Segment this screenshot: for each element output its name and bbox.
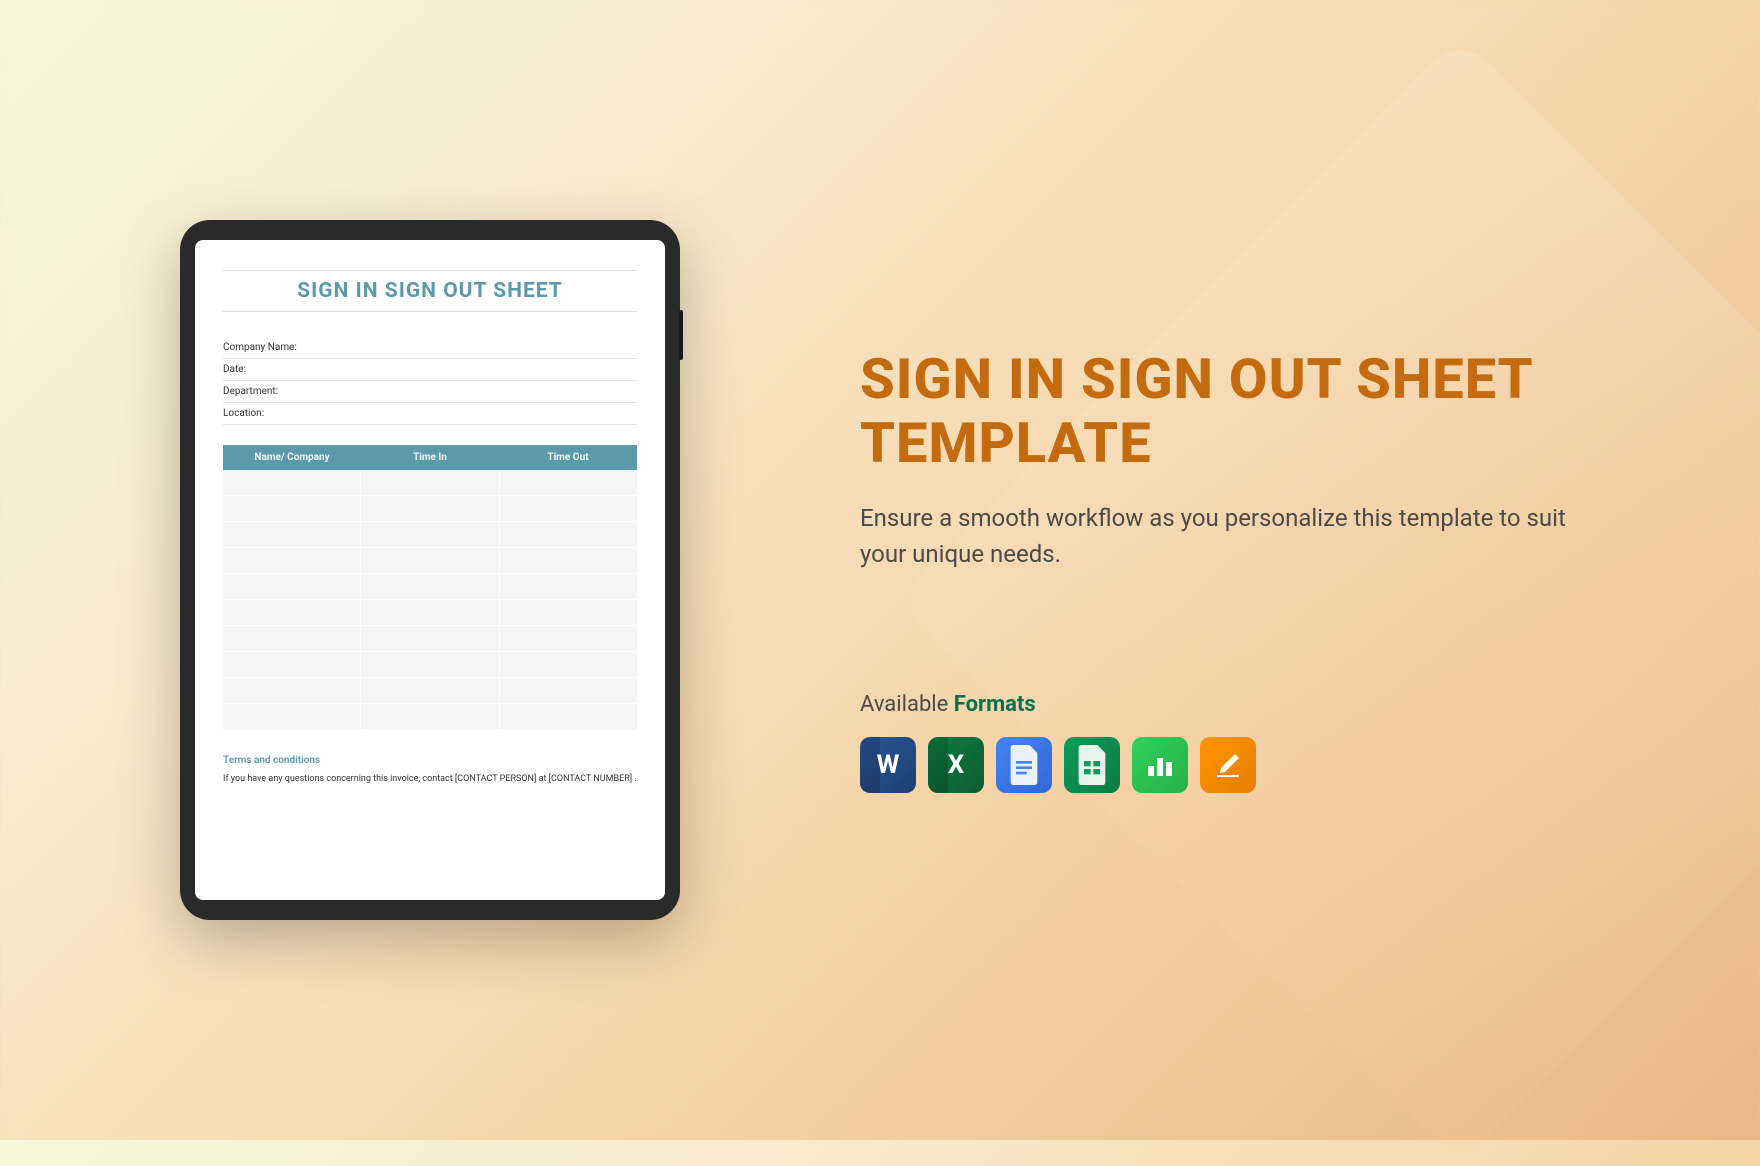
table-row	[223, 574, 637, 600]
tablet-power-button	[679, 310, 683, 360]
table-header: Name/ Company Time In Time Out	[223, 445, 637, 470]
document-title: SIGN IN SIGN OUT SHEET	[223, 270, 637, 312]
table-row	[223, 626, 637, 652]
field-location: Location:	[223, 403, 637, 425]
table-row	[223, 548, 637, 574]
google-docs-icon[interactable]	[996, 737, 1052, 793]
description-text: Ensure a smooth workflow as you personal…	[860, 500, 1610, 572]
table-row	[223, 522, 637, 548]
google-sheets-icon[interactable]	[1064, 737, 1120, 793]
word-icon[interactable]: W	[860, 737, 916, 793]
page-title: SIGN IN SIGN OUT SHEET TEMPLATE	[860, 347, 1610, 476]
field-department: Department:	[223, 381, 637, 403]
field-date: Date:	[223, 359, 637, 381]
document-preview: SIGN IN SIGN OUT SHEET Company Name: Dat…	[195, 240, 665, 900]
docs-glyph-icon	[1008, 745, 1040, 785]
col-name: Name/ Company	[223, 452, 361, 463]
table-row	[223, 704, 637, 730]
apple-numbers-icon[interactable]	[1132, 737, 1188, 793]
col-time-out: Time Out	[499, 452, 637, 463]
table-row	[223, 652, 637, 678]
form-fields-group: Company Name: Date: Department: Location…	[223, 337, 637, 425]
col-time-in: Time In	[361, 452, 499, 463]
formats-label: Available Formats	[860, 692, 1610, 717]
pages-glyph-icon	[1213, 750, 1243, 780]
tablet-mockup: SIGN IN SIGN OUT SHEET Company Name: Dat…	[180, 220, 680, 920]
format-icons-row: W X	[860, 737, 1610, 793]
excel-icon[interactable]: X	[928, 737, 984, 793]
table-row	[223, 600, 637, 626]
terms-text: If you have any questions concerning thi…	[223, 772, 637, 786]
sheets-glyph-icon	[1076, 745, 1108, 785]
table-row	[223, 470, 637, 496]
table-row	[223, 678, 637, 704]
terms-heading: Terms and conditions	[223, 755, 637, 766]
promo-content: SIGN IN SIGN OUT SHEET TEMPLATE Ensure a…	[680, 347, 1660, 794]
numbers-glyph-icon	[1145, 750, 1175, 780]
table-row	[223, 496, 637, 522]
table-body	[223, 470, 637, 730]
apple-pages-icon[interactable]	[1200, 737, 1256, 793]
field-company: Company Name:	[223, 337, 637, 359]
